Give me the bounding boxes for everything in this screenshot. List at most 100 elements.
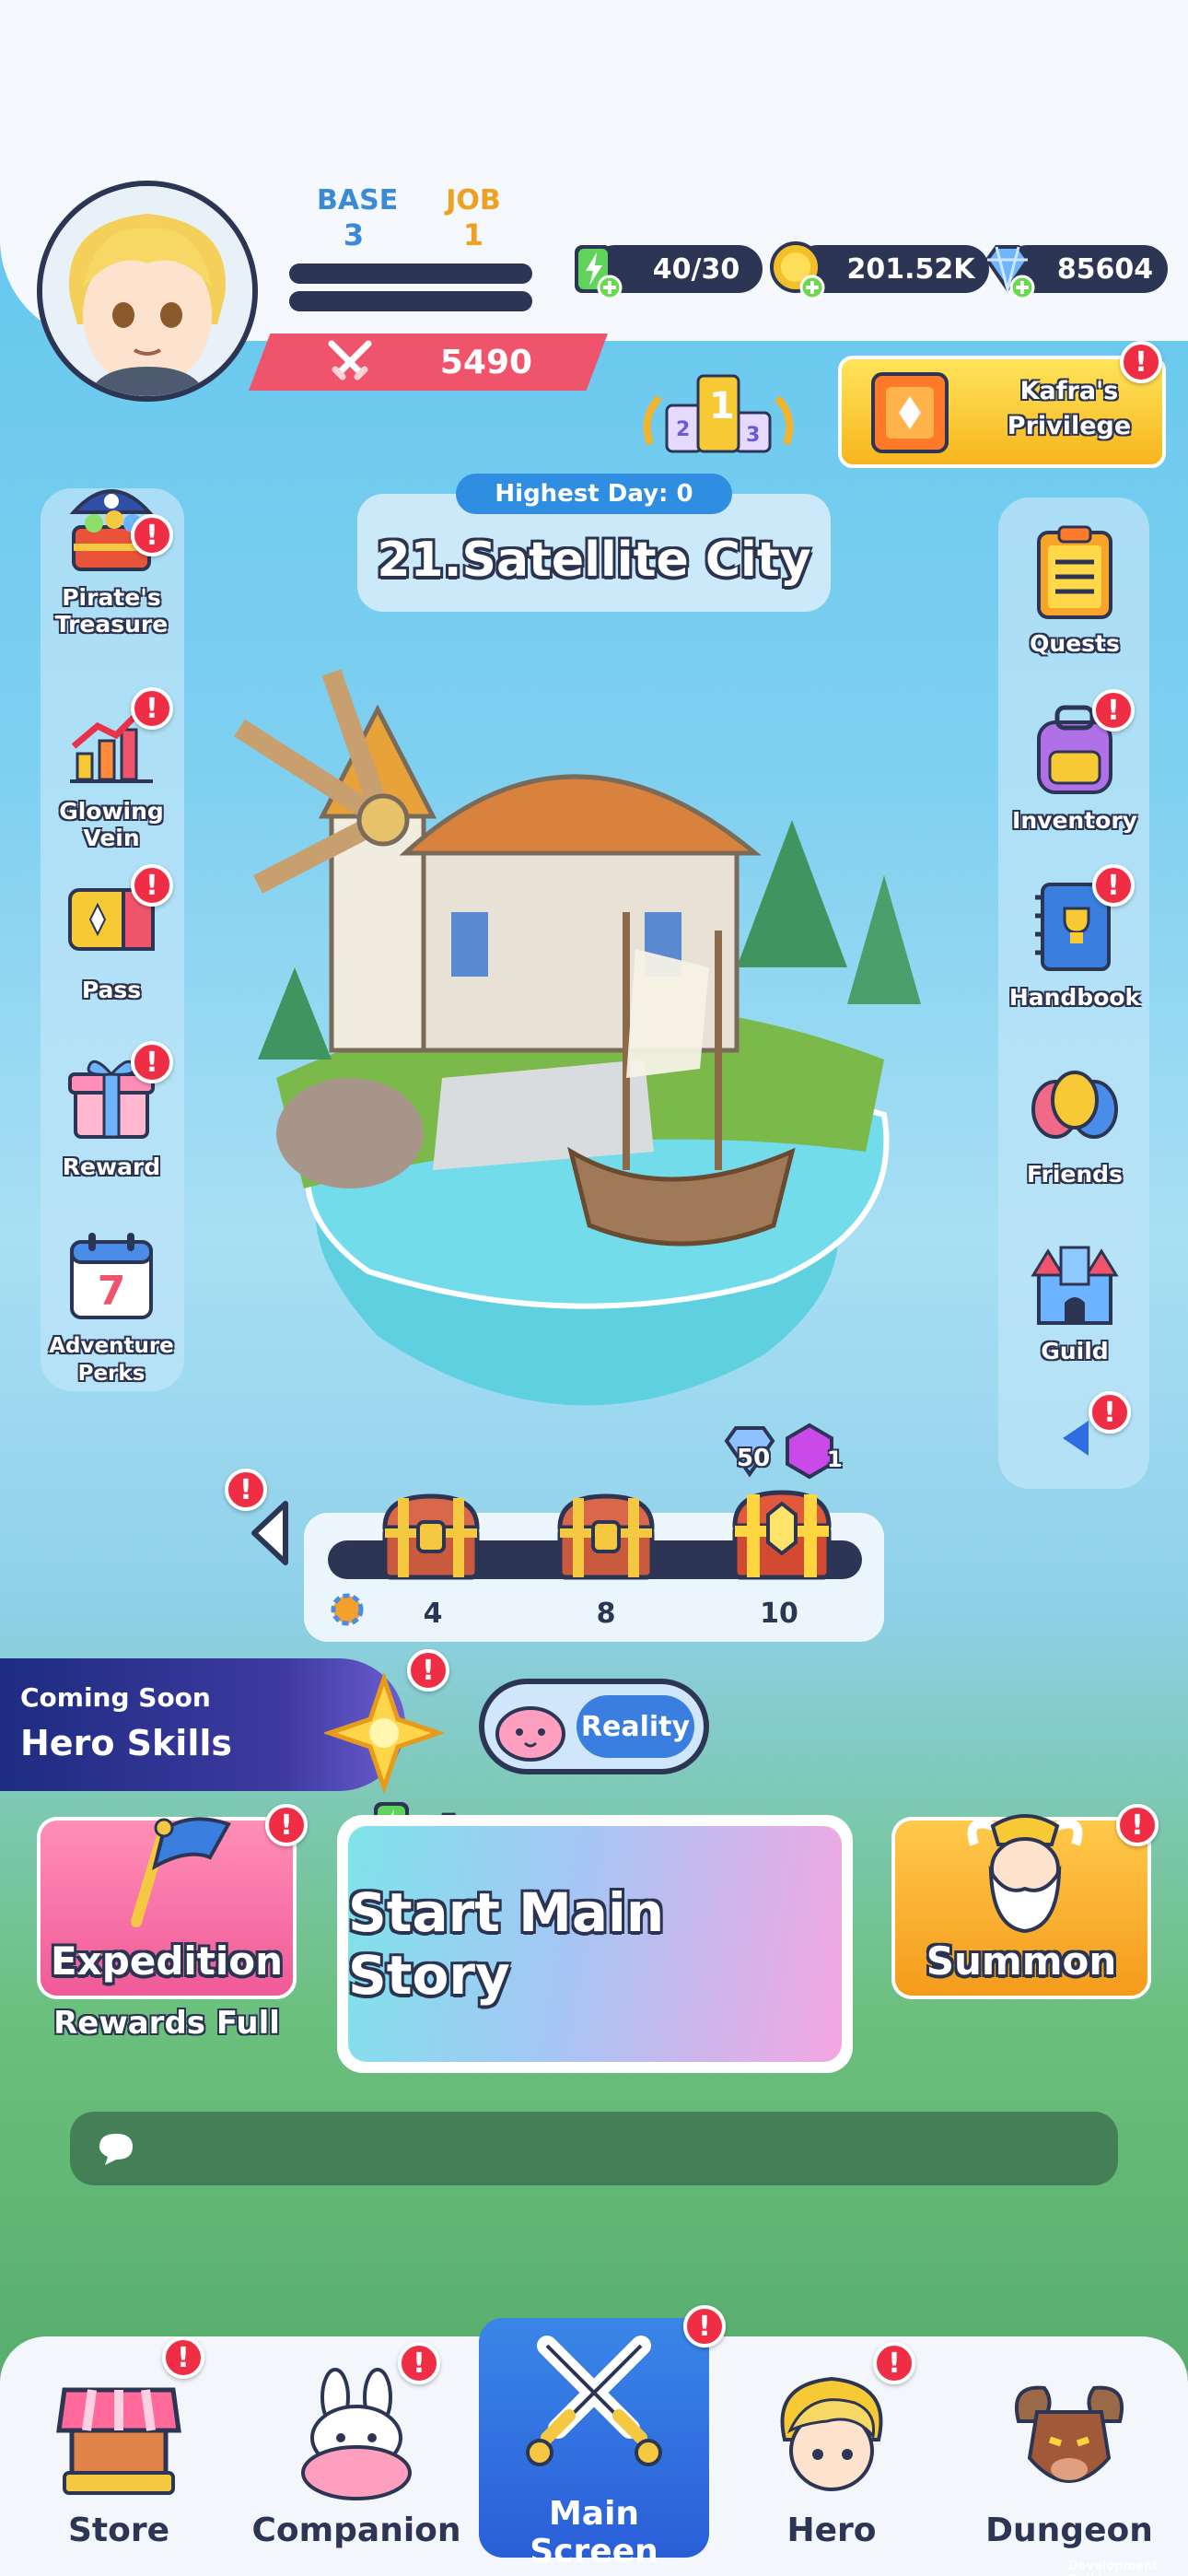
blue-gem-icon [984, 245, 1035, 300]
ranking-button[interactable]: 2 1 3 [641, 361, 796, 464]
highest-day-pill: Highest Day: 0 [456, 474, 732, 514]
job-exp-bar [289, 291, 532, 311]
summon-deity-icon [967, 1814, 1083, 1934]
main-screen-alert-badge: ! [683, 2305, 726, 2348]
flag-icon [131, 1817, 231, 1927]
start-main-story-button[interactable]: Start Main Story [337, 1815, 853, 2073]
nav-dungeon-label: Dungeon [985, 2512, 1153, 2549]
nav-hero-label: Hero [786, 2512, 877, 2549]
collapse-right-menu-button[interactable] [1057, 1415, 1094, 1465]
gold-coin-icon [770, 241, 825, 300]
base-level-label: BASE [317, 184, 399, 217]
combat-power-value: 5490 [439, 343, 533, 381]
pirates-treasure-button[interactable]: Pirate's Treasure [33, 475, 190, 638]
nav-companion-label: Companion [251, 2512, 461, 2549]
castle-icon [1031, 1246, 1119, 1325]
guild-label: Guild [1041, 1338, 1109, 1364]
gem-reward-amount: 50 [737, 1445, 771, 1472]
triangle-left-icon [1063, 1421, 1089, 1456]
crossed-swords-icon [328, 340, 372, 381]
guild-button[interactable]: Guild [996, 1229, 1153, 1364]
inventory-alert-badge: ! [1092, 689, 1135, 732]
base-level-value: 3 [343, 217, 365, 252]
nav-store[interactable]: Store [13, 2359, 225, 2576]
hero-skills-title: Hero Skills [20, 1723, 232, 1763]
combat-power: 5490 [249, 334, 608, 391]
player-avatar[interactable] [37, 181, 258, 402]
expedition-button[interactable]: Expedition [37, 1817, 297, 1999]
poring-mascot-icon [495, 1706, 565, 1762]
adventure-perks-button[interactable]: 7 Adventure Perks [33, 1224, 190, 1388]
nav-main-screen-label: Main Screen [530, 2495, 658, 2570]
store-alert-badge: ! [162, 2336, 204, 2379]
chest-panel-alert-badge: ! [225, 1469, 267, 1511]
clipboard-icon [1037, 525, 1112, 619]
hero-skills-alert-badge: ! [407, 1649, 449, 1692]
kafra-privilege-label: Kafra's Privilege [1007, 377, 1132, 440]
expedition-status: Rewards Full [53, 2005, 280, 2042]
nav-main-screen[interactable]: Main Screen [479, 2318, 709, 2570]
stamina-value: 40/30 [652, 252, 740, 286]
rank-1-label: 1 [709, 385, 735, 427]
expedition-alert-badge: ! [265, 1804, 308, 1846]
hero-skills-banner[interactable]: Coming Soon Hero Skills [0, 1658, 444, 1793]
right-menu-alert-badge: ! [1089, 1391, 1131, 1434]
stage-name: 21.Satellite City [377, 533, 811, 588]
friends-button[interactable]: Friends [996, 1052, 1153, 1188]
milestone-4: 4 [423, 1598, 443, 1630]
crossed-swords-icon [526, 2336, 662, 2466]
progress-gear-icon [331, 1593, 364, 1626]
companion-bunny-icon [301, 2368, 412, 2500]
friends-label: Friends [1027, 1161, 1123, 1188]
nav-hero[interactable]: Hero [726, 2359, 938, 2576]
glowing-vein-alert-badge: ! [131, 687, 173, 730]
handbook-alert-badge: ! [1092, 864, 1135, 907]
companion-alert-badge: ! [398, 2342, 440, 2384]
summon-button[interactable]: Summon [891, 1814, 1151, 1999]
job-level-value: 1 [462, 217, 484, 252]
inventory-label: Inventory [1012, 807, 1137, 834]
dungeon-ram-icon [1014, 2385, 1124, 2483]
store-icon [56, 2387, 181, 2495]
adventure-perks-day: 7 [97, 1268, 126, 1315]
chat-bubble-icon [99, 2134, 133, 2165]
gem-value: 85604 [1056, 252, 1154, 286]
crystal-reward-amount: 1 [827, 1446, 843, 1472]
reality-label: Reality [577, 1695, 694, 1758]
treasure-chest-icon[interactable] [376, 1487, 486, 1588]
expedition-label: Expedition [50, 1938, 284, 1984]
quests-label: Quests [1030, 630, 1120, 657]
friends-icon [1031, 1071, 1118, 1139]
nav-dungeon[interactable]: Dungeon [963, 2359, 1175, 2576]
gold-value: 201.52K [846, 252, 975, 286]
reality-button[interactable]: Reality [479, 1679, 709, 1774]
job-level-label: JOB [446, 184, 501, 217]
quests-button[interactable]: Quests [996, 521, 1153, 657]
kafra-alert-badge: ! [1120, 341, 1162, 383]
satellite-city-island [234, 669, 921, 1406]
chat-bar[interactable] [70, 2112, 1118, 2185]
build-watermark: Development Build [1068, 2559, 1159, 2576]
pass-label: Pass [81, 977, 142, 1003]
start-main-story-label: Start Main Story [348, 1881, 665, 2007]
reward-label: Reward [62, 1153, 161, 1180]
base-exp-bar [289, 263, 532, 284]
hero-face-icon [780, 2376, 883, 2491]
nav-store-label: Store [67, 2512, 170, 2549]
handbook-label: Handbook [1008, 984, 1141, 1011]
pirates-treasure-alert-badge: ! [131, 514, 173, 556]
kafra-privilege-button[interactable]: Kafra's Privilege [838, 356, 1166, 468]
rank-3-label: 3 [746, 424, 761, 447]
highest-day-label: Highest Day: 0 [495, 480, 693, 508]
chest-reward-preview [715, 1419, 844, 1483]
summon-label: Summon [926, 1938, 1117, 1984]
treasure-chest-icon[interactable] [551, 1487, 661, 1588]
adventure-perks-label: Adventure Perks [49, 1334, 174, 1386]
privilege-card-icon [871, 372, 949, 453]
milestone-8: 8 [596, 1598, 616, 1630]
hero-alert-badge: ! [873, 2342, 915, 2384]
golden-chest-icon[interactable] [722, 1481, 842, 1590]
milestone-10: 10 [760, 1598, 798, 1630]
rank-2-label: 2 [676, 418, 691, 441]
nav-companion[interactable]: Companion [250, 2359, 462, 2576]
